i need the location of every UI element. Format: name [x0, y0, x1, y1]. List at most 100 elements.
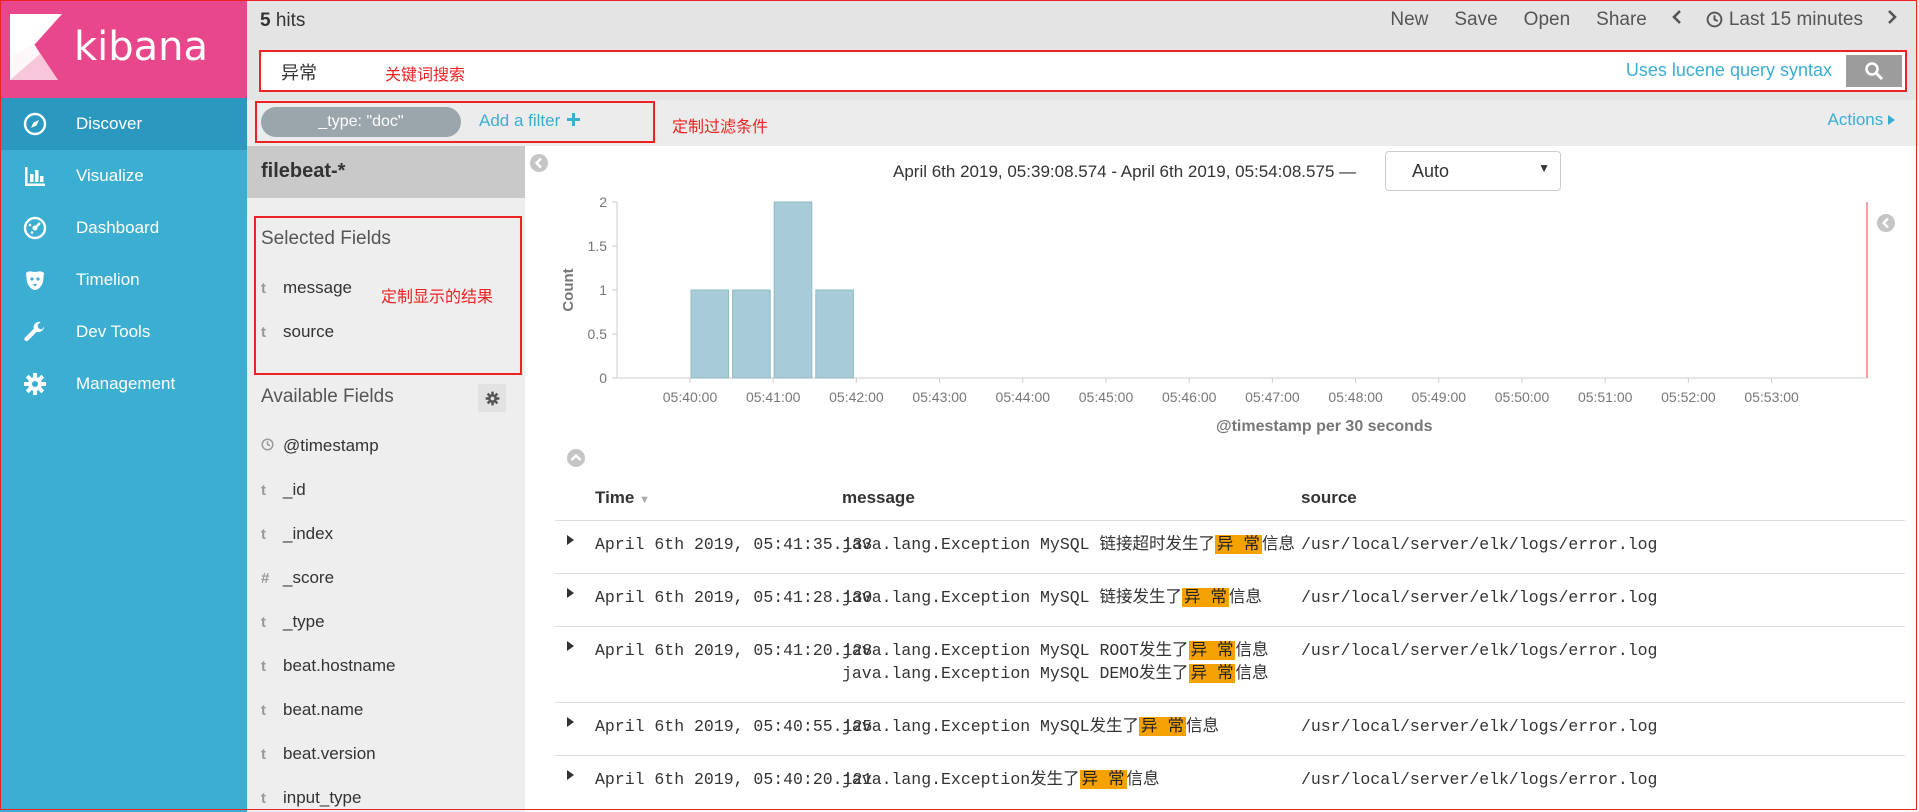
message-text: 信息: [1235, 664, 1269, 683]
x-tick-label: 05:52:00: [1661, 389, 1716, 405]
sidebar-nav: Discover Visualize Dashboard Timelion De…: [0, 98, 247, 410]
y-tick-label: 0.5: [588, 326, 608, 342]
x-tick-label: 05:45:00: [1079, 389, 1134, 405]
expand-caret-icon[interactable]: [567, 588, 574, 598]
expand-caret-icon[interactable]: [567, 717, 574, 727]
field-name: source: [283, 322, 335, 341]
x-tick-label: 05:47:00: [1245, 389, 1300, 405]
actions-button[interactable]: Actions: [1828, 110, 1895, 130]
x-tick-label: 05:51:00: [1578, 389, 1633, 405]
expand-caret-icon[interactable]: [567, 535, 574, 545]
string-type-icon: t: [261, 481, 266, 499]
column-header-message[interactable]: message: [842, 488, 915, 508]
field-name: beat.hostname: [283, 656, 396, 675]
field-name: message: [283, 278, 352, 297]
search-button[interactable]: [1846, 55, 1902, 87]
column-header-time[interactable]: Time ▼: [595, 488, 650, 508]
cell-time: April 6th 2019, 05:41:35.133: [595, 535, 873, 554]
available-field-beat-version[interactable]: t beat.version: [261, 742, 376, 766]
message-text: java.lang.Exception MySQL DEMO发生了: [842, 664, 1189, 683]
expand-caret-icon[interactable]: [567, 770, 574, 780]
table-row[interactable]: April 6th 2019, 05:41:35.133 java.lang.E…: [555, 521, 1905, 574]
lucene-syntax-link[interactable]: Uses lucene query syntax: [1626, 60, 1832, 81]
gear-icon: [485, 391, 499, 405]
add-filter-button[interactable]: Add a filter: [479, 111, 580, 131]
new-button[interactable]: New: [1390, 9, 1428, 31]
x-tick-label: 05:41:00: [746, 389, 801, 405]
histogram-bar: [773, 201, 813, 379]
available-field-id[interactable]: t _id: [261, 478, 306, 502]
message-text: 信息: [1228, 588, 1262, 607]
selected-field-message[interactable]: t message: [261, 276, 352, 300]
open-button[interactable]: Open: [1524, 9, 1570, 31]
sidebar-item-timelion[interactable]: Timelion: [0, 254, 247, 306]
collapse-sidebar-icon[interactable]: [530, 154, 548, 172]
cell-source: /usr/local/server/elk/logs/error.log: [1301, 535, 1658, 554]
share-button[interactable]: Share: [1596, 9, 1647, 31]
table-row[interactable]: April 6th 2019, 05:40:20.121 java.lang.E…: [555, 756, 1905, 808]
string-type-icon: t: [261, 657, 266, 675]
message-text: 信息: [1126, 770, 1160, 789]
filter-pill[interactable]: _type: "doc": [261, 107, 461, 137]
cell-source: /usr/local/server/elk/logs/error.log: [1301, 588, 1658, 607]
available-field-timestamp[interactable]: @timestamp: [261, 434, 379, 458]
kibana-logo-icon: [10, 14, 62, 80]
field-name: _type: [283, 612, 325, 631]
time-picker-button[interactable]: Last 15 minutes: [1706, 9, 1863, 31]
dashboard-icon: [22, 215, 48, 241]
chevron-left-icon[interactable]: [1666, 8, 1688, 31]
sidebar-item-management[interactable]: Management: [0, 358, 247, 410]
index-pattern-label: filebeat-*: [261, 160, 346, 182]
search-icon: [1865, 62, 1884, 81]
number-type-icon: #: [261, 569, 270, 587]
chevron-right-icon[interactable]: [1881, 8, 1903, 31]
search-highlight: 异 常: [1079, 770, 1127, 789]
selected-fields-title: Selected Fields: [261, 228, 391, 249]
table-row[interactable]: April 6th 2019, 05:41:20.128 java.lang.E…: [555, 627, 1905, 703]
column-header-source[interactable]: source: [1301, 488, 1357, 508]
x-tick-label: 05:53:00: [1744, 389, 1799, 405]
index-pattern-selector[interactable]: filebeat-*: [247, 146, 525, 198]
selected-fields-annotation: 定制显示的结果: [381, 287, 494, 306]
available-field-index[interactable]: t _index: [261, 522, 333, 546]
message-text: java.lang.Exception MySQL 链接超时发生了: [842, 535, 1215, 554]
top-menu: New Save Open Share Last 15 minutes: [1377, 8, 1909, 31]
y-tick-label: 1.5: [588, 238, 608, 254]
field-name: @timestamp: [283, 436, 379, 455]
x-tick-label: 05:44:00: [996, 389, 1051, 405]
sidebar-item-label: Dashboard: [76, 218, 160, 237]
message-text: java.lang.Exception MySQL发生了: [842, 717, 1140, 736]
x-tick-label: 05:42:00: [829, 389, 884, 405]
sidebar-item-dashboard[interactable]: Dashboard: [0, 202, 247, 254]
available-field-type[interactable]: t _type: [261, 610, 325, 634]
sidebar-item-discover[interactable]: Discover: [0, 98, 247, 150]
string-type-icon: t: [261, 323, 266, 341]
message-text: 信息: [1235, 641, 1269, 660]
x-tick-label: 05:43:00: [912, 389, 967, 405]
selected-field-source[interactable]: t source: [261, 320, 334, 344]
kibana-logo[interactable]: kibana: [0, 0, 247, 98]
histogram-bar: [732, 289, 771, 379]
available-field-beat-name[interactable]: t beat.name: [261, 698, 363, 722]
y-tick-label: 0: [599, 370, 607, 386]
sidebar-item-visualize[interactable]: Visualize: [0, 150, 247, 202]
column-header-label: Time: [595, 488, 635, 507]
table-row[interactable]: April 6th 2019, 05:41:28.130 java.lang.E…: [555, 574, 1905, 627]
message-text: java.lang.Exception发生了: [842, 770, 1080, 789]
collapse-chart-icon[interactable]: [567, 449, 585, 467]
cell-time: April 6th 2019, 05:41:28.130: [595, 588, 873, 607]
x-tick-label: 05:40:00: [663, 389, 718, 405]
save-button[interactable]: Save: [1454, 9, 1497, 31]
interval-select[interactable]: Auto ▼: [1385, 151, 1561, 191]
wrench-icon: [22, 319, 48, 345]
available-field-input-type[interactable]: t input_type: [261, 786, 361, 810]
expand-caret-icon[interactable]: [567, 641, 574, 651]
field-settings-button[interactable]: [478, 384, 506, 412]
search-highlight: 异 常: [1188, 641, 1236, 660]
x-tick-label: 05:50:00: [1495, 389, 1550, 405]
available-field-score[interactable]: # _score: [261, 566, 334, 590]
sidebar-item-dev-tools[interactable]: Dev Tools: [0, 306, 247, 358]
table-row[interactable]: April 6th 2019, 05:40:55.125 java.lang.E…: [555, 703, 1905, 756]
available-field-beat-hostname[interactable]: t beat.hostname: [261, 654, 395, 678]
sort-down-icon[interactable]: ▼: [639, 494, 650, 506]
